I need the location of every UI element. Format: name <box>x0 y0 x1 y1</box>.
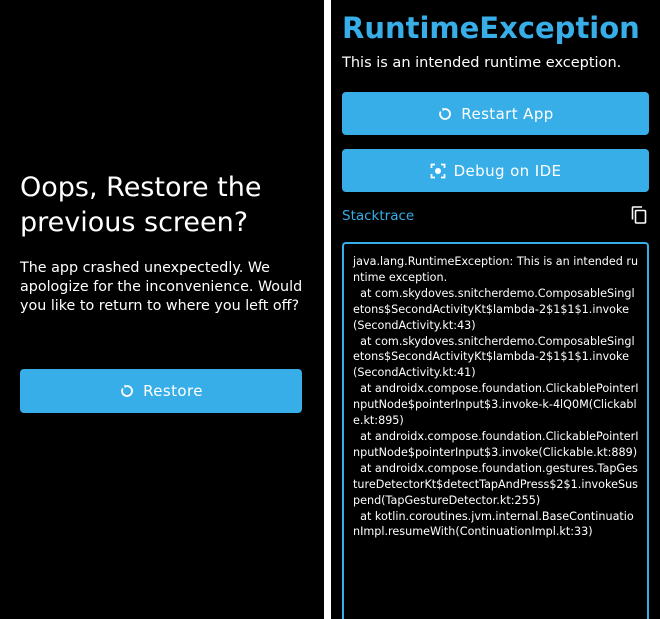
restart-app-label: Restart App <box>461 104 554 123</box>
focus-target-icon <box>430 163 446 179</box>
screenshot-root: Oops, Restore the previous screen? The a… <box>0 0 660 619</box>
restore-button-label: Restore <box>143 382 203 400</box>
restore-button[interactable]: Restore <box>20 369 302 413</box>
refresh-icon <box>119 383 135 399</box>
debug-on-ide-button[interactable]: Debug on IDE <box>342 149 649 192</box>
restart-app-button[interactable]: Restart App <box>342 92 649 135</box>
refresh-icon <box>437 106 453 122</box>
exception-title: RuntimeException <box>342 11 640 45</box>
debug-on-ide-label: Debug on IDE <box>453 161 562 180</box>
stacktrace-label[interactable]: Stacktrace <box>342 206 414 226</box>
restore-message: The app crashed unexpectedly. We apologi… <box>20 260 303 314</box>
stacktrace-text: java.lang.RuntimeException: This is an i… <box>353 255 639 539</box>
restore-title: Oops, Restore the previous screen? <box>20 172 262 238</box>
stacktrace-box[interactable]: java.lang.RuntimeException: This is an i… <box>342 242 649 619</box>
copy-icon[interactable] <box>630 206 648 224</box>
panel-divider <box>324 0 331 619</box>
exception-screen: RuntimeException This is an intended run… <box>331 0 660 619</box>
restore-screen: Oops, Restore the previous screen? The a… <box>0 0 324 619</box>
exception-message: This is an intended runtime exception. <box>342 55 622 71</box>
